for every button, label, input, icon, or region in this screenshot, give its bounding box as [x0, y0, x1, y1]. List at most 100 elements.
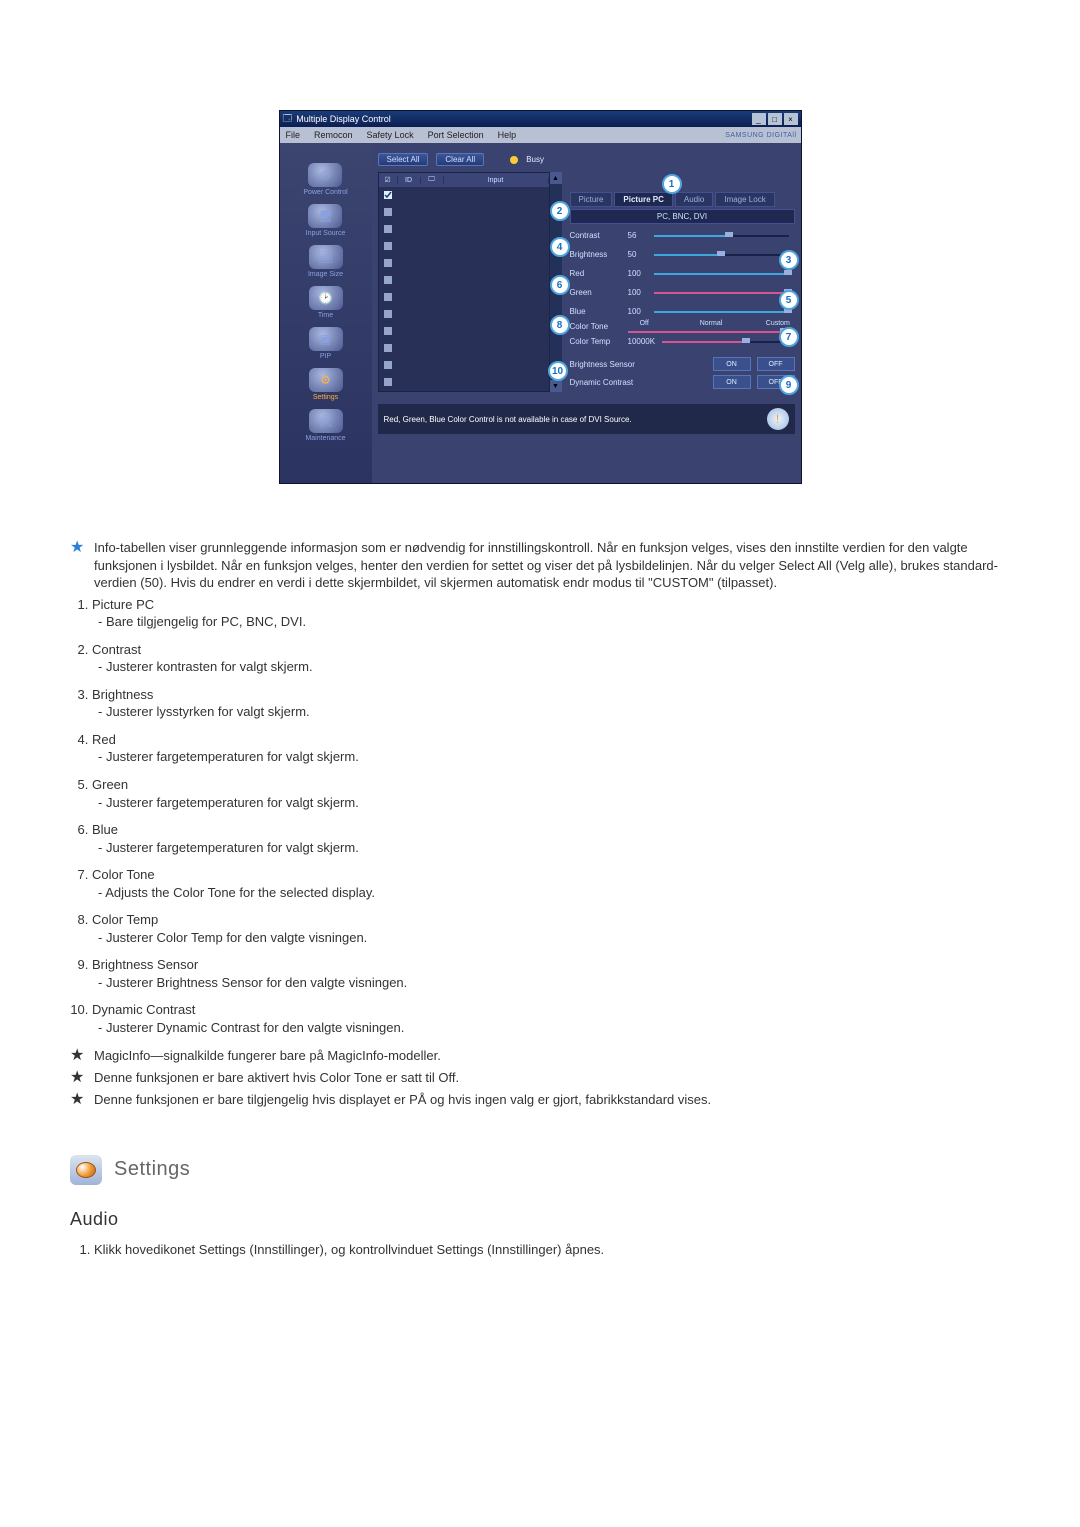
tab-audio[interactable]: Audio — [675, 192, 713, 207]
color-tone-label: Color Tone — [570, 322, 628, 331]
brand-label: SAMSUNG DIGITAll — [725, 132, 796, 139]
tab-picture-pc[interactable]: Picture PC — [614, 192, 672, 207]
star-bullet-icon: ★ — [70, 1047, 84, 1065]
list-row[interactable] — [379, 374, 549, 391]
callout-1: 1 — [662, 174, 682, 194]
list-row[interactable] — [379, 340, 549, 357]
busy-label: Busy — [526, 155, 544, 164]
slider-contrast[interactable] — [654, 233, 789, 239]
list-row[interactable] — [379, 272, 549, 289]
list-row[interactable] — [379, 204, 549, 221]
list-header-input: Input — [444, 177, 549, 184]
window-titlebar: 🗔 Multiple Display Control _ □ × — [280, 111, 801, 127]
brightness-sensor-on-button[interactable]: ON — [713, 357, 751, 371]
callout-10: 10 — [548, 361, 568, 381]
menu-remocon[interactable]: Remocon — [314, 130, 353, 140]
list-row[interactable] — [379, 323, 549, 340]
tab-picture[interactable]: Picture — [570, 192, 613, 207]
window-title: Multiple Display Control — [296, 114, 391, 124]
callout-6: 6 — [550, 275, 570, 295]
color-tone-scale: Off Normal Custom — [628, 320, 795, 327]
list-header-checkbox[interactable]: ☑ — [379, 176, 398, 184]
sidebar-item-settings[interactable]: ⚙Settings — [309, 368, 343, 401]
minimize-button[interactable]: _ — [752, 113, 766, 125]
footer-note-text: Red, Green, Blue Color Control is not av… — [384, 415, 632, 424]
slider-blue[interactable] — [654, 309, 789, 315]
callout-7: 7 — [779, 327, 799, 347]
color-temp-value: 10000K — [628, 337, 662, 346]
app-screenshot: 🗔 Multiple Display Control _ □ × File Re… — [279, 110, 802, 484]
star-bullet-icon: ★ — [70, 539, 84, 592]
callout-8: 8 — [550, 315, 570, 335]
select-all-button[interactable]: Select All — [378, 153, 429, 166]
dynamic-contrast-on-button[interactable]: ON — [713, 375, 751, 389]
color-temp-slider[interactable] — [662, 339, 789, 345]
list-row[interactable] — [379, 306, 549, 323]
sidebar-item-pip[interactable]: ▣PIP — [309, 327, 343, 360]
brightness-sensor-label: Brightness Sensor — [570, 360, 656, 369]
star-bullet-icon: ★ — [70, 1091, 84, 1109]
sidebar-item-maintenance[interactable]: 🛠Maintenance — [305, 409, 345, 442]
list-row[interactable] — [379, 289, 549, 306]
slider-value: 56 — [628, 231, 654, 240]
star-notes: ★MagicInfo—signalkilde fungerer bare på … — [70, 1047, 1010, 1109]
slider-red[interactable] — [654, 271, 789, 277]
list-row[interactable] — [379, 357, 549, 374]
image-size-icon: 🖼 — [309, 245, 343, 269]
list-header-id: ID — [398, 177, 421, 184]
scroll-down-icon[interactable]: ▼ — [550, 380, 562, 392]
slider-label: Blue — [570, 307, 628, 316]
sidebar-item-power[interactable]: ⏻Power Control — [303, 163, 347, 196]
slider-value: 100 — [628, 269, 654, 278]
dynamic-contrast-label: Dynamic Contrast — [570, 378, 656, 387]
maximize-button[interactable]: □ — [768, 113, 782, 125]
sidebar: ⏻Power Control 🖥Input Source 🖼Image Size… — [280, 143, 372, 483]
callout-5: 5 — [779, 290, 799, 310]
slider-label: Contrast — [570, 231, 628, 240]
settings-icon: ⚙ — [309, 368, 343, 392]
color-temp-label: Color Temp — [570, 337, 628, 346]
intro-paragraph: ★ Info-tabellen viser grunnleggende info… — [70, 539, 1010, 592]
tab-image-lock[interactable]: Image Lock — [715, 192, 774, 207]
list-row[interactable] — [379, 238, 549, 255]
time-icon: 🕑 — [309, 286, 343, 310]
clear-all-button[interactable]: Clear All — [436, 153, 484, 166]
list-row[interactable] — [379, 221, 549, 238]
slider-brightness[interactable] — [654, 252, 789, 258]
settings-section-icon — [70, 1155, 102, 1185]
list-row[interactable] — [379, 255, 549, 272]
audio-heading: Audio — [70, 1207, 1010, 1231]
close-button[interactable]: × — [784, 113, 798, 125]
slider-green[interactable] — [654, 290, 789, 296]
sidebar-item-image-size[interactable]: 🖼Image Size — [308, 245, 343, 278]
slider-value: 50 — [628, 250, 654, 259]
menu-port-selection[interactable]: Port Selection — [428, 130, 484, 140]
menu-bar: File Remocon Safety Lock Port Selection … — [280, 127, 801, 143]
menu-safety-lock[interactable]: Safety Lock — [367, 130, 414, 140]
slider-label: Green — [570, 288, 628, 297]
sidebar-item-time[interactable]: 🕑Time — [309, 286, 343, 319]
app-icon: 🗔 — [283, 111, 293, 127]
color-tone-slider[interactable] — [628, 329, 789, 335]
scroll-up-icon[interactable]: ▲ — [550, 172, 562, 184]
menu-file[interactable]: File — [286, 130, 301, 140]
warning-icon: ! — [767, 408, 789, 430]
maintenance-icon: 🛠 — [309, 409, 343, 433]
sidebar-item-input[interactable]: 🖥Input Source — [306, 204, 346, 237]
menu-help[interactable]: Help — [498, 130, 517, 140]
callout-2: 2 — [550, 201, 570, 221]
callout-3: 3 — [779, 250, 799, 270]
list-row[interactable] — [379, 187, 549, 204]
list-header-power-icon: 🖵 — [421, 176, 444, 184]
slider-value: 100 — [628, 307, 654, 316]
callout-9: 9 — [779, 375, 799, 395]
pip-icon: ▣ — [309, 327, 343, 351]
settings-section-header: Settings — [70, 1155, 1010, 1185]
busy-indicator-icon — [510, 156, 518, 164]
callout-4: 4 — [550, 237, 570, 257]
audio-steps-list: Klikk hovedikonet Settings (Innstillinge… — [70, 1241, 1010, 1259]
display-list: ☑ ID 🖵 Input — [378, 172, 550, 392]
brightness-sensor-off-button[interactable]: OFF — [757, 357, 795, 371]
input-source-icon: 🖥 — [308, 204, 342, 228]
sub-header: PC, BNC, DVI — [570, 209, 795, 224]
